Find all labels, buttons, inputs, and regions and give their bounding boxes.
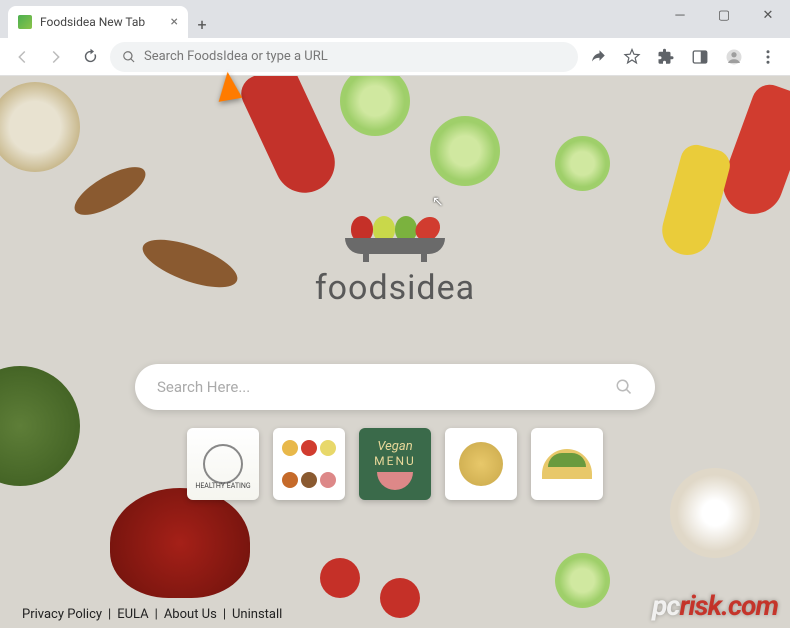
highlight-arrow — [214, 70, 242, 102]
tile-label-bottom: MENU — [374, 454, 416, 468]
tile-healthy-eating[interactable]: HEALTHY EATING — [187, 428, 259, 500]
footer-links: Privacy Policy| EULA| About Us| Uninstal… — [22, 607, 282, 622]
quick-tiles: HEALTHY EATING Vegan MENU — [187, 428, 603, 500]
brand-name: foodsidea — [135, 268, 655, 308]
background-food-collage — [0, 76, 790, 628]
omnibox-placeholder: Search FoodsIdea or type a URL — [144, 49, 328, 64]
back-button[interactable] — [8, 43, 36, 71]
page-content: foodsidea HEALTHY EATING Vegan MENU Priv… — [0, 76, 790, 628]
close-window-button[interactable]: ✕ — [746, 0, 790, 30]
forward-button[interactable] — [42, 43, 70, 71]
omnibox[interactable]: Search FoodsIdea or type a URL — [110, 42, 578, 72]
tile-label-top: Vegan — [377, 439, 412, 454]
menu-dots-icon[interactable] — [754, 48, 782, 66]
share-icon[interactable] — [584, 48, 612, 66]
footer-link-about[interactable]: About Us — [164, 607, 217, 622]
brand-block: foodsidea — [135, 216, 655, 308]
page-search-input[interactable] — [157, 378, 615, 396]
page-search-bar[interactable] — [135, 364, 655, 410]
tile-label: HEALTHY EATING — [195, 482, 250, 490]
maximize-button[interactable]: ▢ — [702, 0, 746, 30]
sidepanel-icon[interactable] — [686, 48, 714, 66]
logo-icon — [345, 216, 445, 254]
toolbar: Search FoodsIdea or type a URL — [0, 38, 790, 76]
search-icon — [122, 50, 136, 64]
window-controls: ─ ▢ ✕ — [658, 0, 790, 30]
footer-link-uninstall[interactable]: Uninstall — [232, 607, 282, 622]
tile-pasta[interactable] — [445, 428, 517, 500]
minimize-button[interactable]: ─ — [658, 0, 702, 30]
bookmark-star-icon[interactable] — [618, 48, 646, 66]
reload-button[interactable] — [76, 43, 104, 71]
favicon — [18, 15, 32, 29]
search-icon[interactable] — [615, 378, 633, 396]
tab-title: Foodsidea New Tab — [40, 15, 145, 29]
close-tab-icon[interactable]: × — [171, 14, 178, 30]
tile-fast-food[interactable] — [273, 428, 345, 500]
browser-tab[interactable]: Foodsidea New Tab × — [8, 6, 188, 38]
new-tab-button[interactable]: + — [188, 10, 216, 38]
footer-link-privacy[interactable]: Privacy Policy — [22, 607, 102, 622]
tile-taco[interactable] — [531, 428, 603, 500]
extensions-icon[interactable] — [652, 48, 680, 66]
tile-vegan-menu[interactable]: Vegan MENU — [359, 428, 431, 500]
titlebar: Foodsidea New Tab × + ─ ▢ ✕ — [0, 0, 790, 38]
footer-link-eula[interactable]: EULA — [117, 607, 148, 622]
profile-avatar-icon[interactable] — [720, 48, 748, 66]
